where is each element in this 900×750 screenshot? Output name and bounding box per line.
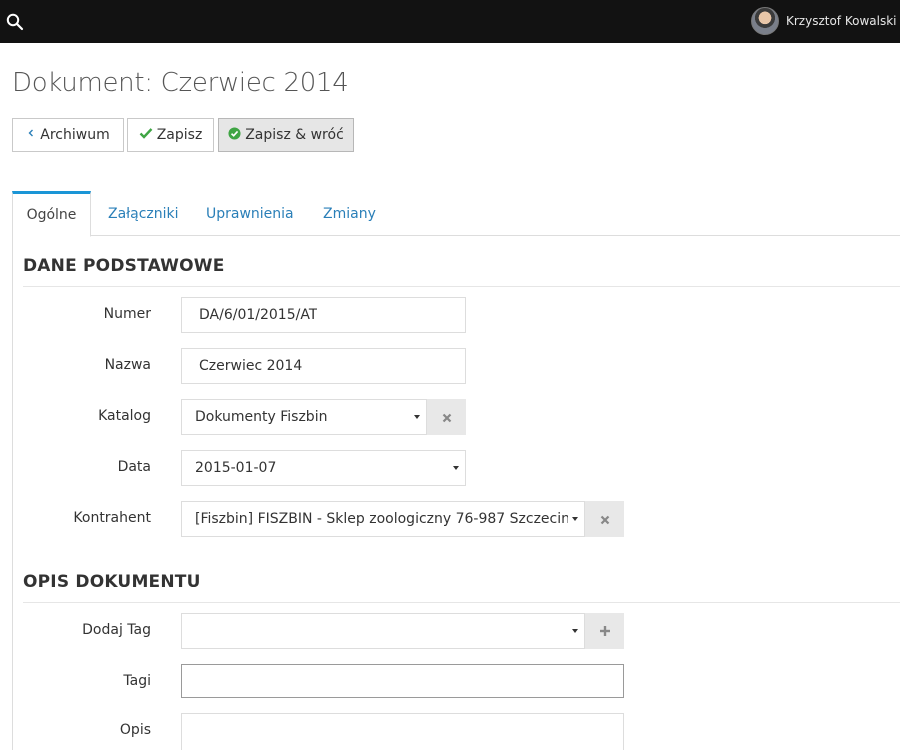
katalog-clear-button[interactable] — [427, 399, 466, 435]
save-button[interactable]: Zapisz — [127, 118, 214, 152]
tab-changes[interactable]: Zmiany — [323, 191, 376, 236]
chevron-down-icon — [572, 517, 578, 521]
user-avatar — [751, 7, 779, 35]
section-title-description: OPIS DOKUMENTU — [23, 572, 201, 592]
save-and-back-label: Zapisz & wróć — [245, 127, 344, 143]
section-title-basic: DANE PODSTAWOWE — [23, 256, 225, 276]
top-bar: Krzysztof Kowalski [ — [0, 0, 900, 43]
plus-icon — [599, 622, 611, 641]
chevron-left-icon — [26, 127, 36, 143]
chevron-down-icon — [414, 415, 420, 419]
tab-attachments[interactable]: Załączniki — [108, 191, 179, 236]
kontrahent-value: [Fiszbin] FISZBIN - Sklep zoologiczny 76… — [195, 511, 568, 527]
save-button-label: Zapisz — [156, 127, 203, 143]
tab-permissions[interactable]: Uprawnienia — [206, 191, 294, 236]
nazwa-field[interactable]: Czerwiec 2014 — [181, 348, 466, 384]
username: Krzysztof Kowalski — [786, 14, 897, 28]
label-dodaj-tag: Dodaj Tag — [82, 622, 151, 638]
tags-input[interactable] — [181, 664, 624, 698]
numer-value: DA/6/01/2015/AT — [199, 307, 318, 323]
tab-general[interactable]: Ogólne — [12, 191, 91, 237]
user-menu[interactable]: Krzysztof Kowalski [ — [751, 6, 900, 36]
page-title: Dokument: Czerwiec 2014 — [12, 68, 349, 98]
katalog-value: Dokumenty Fiszbin — [195, 409, 328, 425]
numer-field[interactable]: DA/6/01/2015/AT — [181, 297, 466, 333]
katalog-select[interactable]: Dokumenty Fiszbin — [181, 399, 427, 435]
check-circle-icon — [228, 126, 241, 144]
chevron-down-icon — [453, 466, 459, 470]
archive-button[interactable]: Archiwum — [12, 118, 124, 152]
data-select[interactable]: 2015-01-07 — [181, 450, 466, 486]
label-numer: Numer — [103, 306, 151, 322]
search-icon[interactable] — [6, 13, 24, 31]
check-icon — [139, 127, 153, 143]
label-opis: Opis — [119, 722, 151, 738]
add-tag-select[interactable] — [181, 613, 585, 649]
kontrahent-select[interactable]: [Fiszbin] FISZBIN - Sklep zoologiczny 76… — [181, 501, 585, 537]
tab-bar: Ogólne Załączniki Uprawnienia Zmiany — [12, 191, 900, 237]
add-tag-button[interactable] — [585, 613, 624, 649]
label-data: Data — [117, 459, 151, 475]
label-katalog: Katalog — [98, 408, 151, 424]
kontrahent-clear-button[interactable] — [585, 501, 624, 537]
section-divider — [23, 602, 900, 603]
label-tagi: Tagi — [123, 673, 151, 689]
nazwa-value: Czerwiec 2014 — [199, 358, 303, 374]
close-icon — [600, 510, 610, 529]
label-kontrahent: Kontrahent — [73, 510, 151, 526]
description-textarea[interactable] — [181, 713, 624, 750]
data-value: 2015-01-07 — [195, 460, 277, 476]
save-and-back-button[interactable]: Zapisz & wróć — [218, 118, 354, 152]
close-icon — [442, 408, 452, 427]
chevron-down-icon — [572, 629, 578, 633]
archive-button-label: Archiwum — [40, 127, 110, 143]
section-divider — [23, 286, 900, 287]
label-nazwa: Nazwa — [104, 357, 151, 373]
